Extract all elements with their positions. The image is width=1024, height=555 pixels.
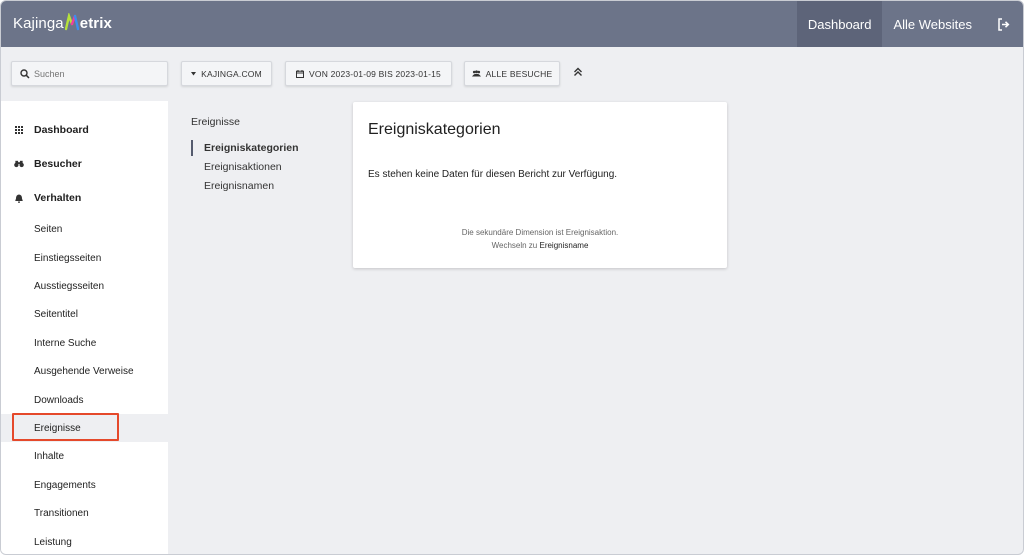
selection-highlight-box [12,413,119,441]
sidebar-item-label: Seitentitel [34,308,78,320]
sidebar-item-interne-suche[interactable]: Interne Suche [1,329,168,357]
nav-dashboard[interactable]: Dashboard [796,1,883,47]
sidebar-item-label: Ausgehende Verweise [34,365,134,377]
logo-text-left: Kajinga [13,14,64,32]
binoculars-icon [14,159,24,169]
search-box[interactable] [11,61,168,86]
app-window: Kajinga etrix Dashboard Alle Websites Su… [0,0,1024,555]
bell-icon [14,193,24,203]
site-selector-label: KAJINGA.COM [201,68,262,79]
report-title: Ereigniskategorien [368,121,501,138]
sidebar-section-besucher[interactable]: Besucher [1,150,168,178]
search-input[interactable] [34,68,154,79]
sidebar-item-label: Transitionen [34,507,89,519]
sidebar-item-label: Engagements [34,479,96,491]
segment-button[interactable]: ALLE BESUCHE [464,61,560,86]
users-icon [471,70,481,77]
sidebar-item-leistung[interactable]: Leistung [1,528,168,554]
sidebar-item-einstiegsseiten[interactable]: Einstiegsseiten [1,244,168,272]
switch-dimension-line: Wechseln zu Ereignisname [353,239,727,252]
sidebar-section-label: Verhalten [34,192,82,204]
sidebar-item-label: Inhalte [34,450,65,462]
sidebar-section-dashboard[interactable]: Dashboard [1,116,168,144]
sidebar-item-transitionen[interactable]: Transitionen [1,499,168,527]
date-range-label: VON 2023-01-09 BIS 2023-01-15 [309,68,441,79]
report-card: Ereigniskategorien Es stehen keine Daten… [353,102,727,268]
caret-down-icon [191,71,197,76]
report-footer: Die sekundäre Dimension ist Ereignisakti… [353,226,727,252]
sidebar-item-label: Downloads [34,394,84,406]
double-chevron-up-icon[interactable] [572,66,584,78]
sidebar-item-label: Leistung [34,536,72,548]
sidebar-item-downloads[interactable]: Downloads [1,386,168,414]
logo[interactable]: Kajinga etrix [13,13,112,32]
sidebar-item-ausgehende-verweise[interactable]: Ausgehende Verweise [1,357,168,385]
sidebar-section-label: Besucher [34,158,82,170]
grid-icon [14,125,24,135]
subnav-active-indicator [191,140,193,156]
sidebar-item-seitentitel[interactable]: Seitentitel [1,300,168,328]
sidebar: Dashboard Besucher Verhalten Seiten Eins… [1,101,168,554]
sidebar-item-inhalte[interactable]: Inhalte [1,442,168,470]
sidebar-item-label: Einstiegsseiten [34,252,102,264]
logout-icon[interactable] [983,1,1023,47]
site-selector-button[interactable]: KAJINGA.COM [181,61,272,86]
switch-prefix: Wechseln zu [491,241,538,250]
top-nav: Dashboard Alle Websites [796,1,1023,47]
sidebar-item-seiten[interactable]: Seiten [1,215,168,243]
sidebar-item-label: Interne Suche [34,337,97,349]
date-range-button[interactable]: VON 2023-01-09 BIS 2023-01-15 [285,61,452,86]
subnav-ereignisnamen[interactable]: Ereignisnamen [204,180,274,192]
segment-label: ALLE BESUCHE [485,68,553,79]
subnav-title: Ereignisse [191,116,241,128]
subnav-ereignisaktionen[interactable]: Ereignisaktionen [204,161,282,173]
sidebar-item-label: Seiten [34,223,63,235]
sidebar-item-ausstiegsseiten[interactable]: Ausstiegsseiten [1,272,168,300]
search-icon [20,68,30,79]
sidebar-item-label: Ausstiegsseiten [34,280,105,292]
top-bar: Kajinga etrix Dashboard Alle Websites [1,1,1023,47]
calendar-icon [296,69,305,78]
logo-text-right: etrix [79,14,112,32]
sidebar-section-label: Dashboard [34,124,89,136]
filter-bar: KAJINGA.COM VON 2023-01-09 BIS 2023-01-1… [1,47,1023,101]
logo-m-icon [64,13,79,31]
nav-all-websites[interactable]: Alle Websites [882,1,983,47]
secondary-dimension-text: Die sekundäre Dimension ist Ereignisakti… [461,228,619,237]
switch-dimension-link[interactable]: Ereignisname [539,241,588,250]
sidebar-section-verhalten[interactable]: Verhalten [1,184,168,212]
sidebar-item-engagements[interactable]: Engagements [1,471,168,499]
empty-message: Es stehen keine Daten für diesen Bericht… [368,169,618,180]
subnav-ereigniskategorien[interactable]: Ereigniskategorien [204,142,299,154]
